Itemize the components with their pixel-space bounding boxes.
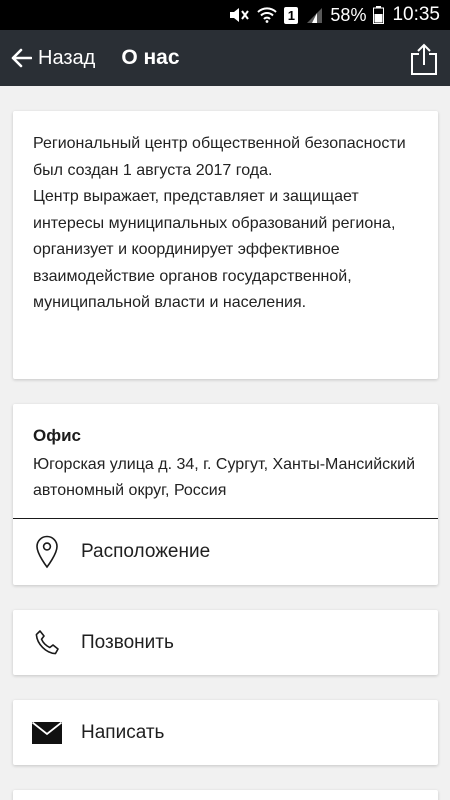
- write-label: Написать: [81, 721, 165, 743]
- share-icon[interactable]: [410, 43, 438, 75]
- call-label: Позвонить: [81, 631, 174, 653]
- back-label: Назад: [38, 46, 96, 69]
- about-paragraph: Центр выражает, представляет и защищает …: [33, 188, 396, 311]
- office-header: Офис Югорская улица д. 34, г. Сургут, Ха…: [13, 404, 438, 519]
- app-bar: Назад О нас: [0, 30, 450, 86]
- battery-percent: 58%: [330, 4, 367, 25]
- location-pin-icon: [13, 535, 81, 569]
- signal-icon: [305, 7, 323, 23]
- about-card: Региональный центр общественной безопасн…: [13, 111, 438, 379]
- office-address: Югорская улица д. 34, г. Сургут, Ханты-М…: [33, 456, 416, 499]
- status-bar: 1 58% 10:35: [0, 0, 450, 30]
- location-row[interactable]: Расположение: [13, 519, 438, 584]
- back-arrow-icon: [11, 48, 32, 68]
- phone-icon: [13, 628, 81, 658]
- office-title: Офис: [33, 426, 82, 445]
- office-card: Офис Югорская улица д. 34, г. Сургут, Ха…: [13, 404, 438, 585]
- back-button[interactable]: Назад: [0, 30, 101, 86]
- write-row[interactable]: Написать: [13, 700, 438, 765]
- envelope-icon: [13, 721, 81, 744]
- wifi-icon: [257, 7, 278, 23]
- page-title: О нас: [121, 46, 180, 69]
- about-paragraph: Региональный центр общественной безопасн…: [33, 135, 406, 179]
- location-label: Расположение: [81, 540, 211, 562]
- sim-icon: 1: [284, 6, 299, 24]
- mute-icon: [228, 7, 250, 23]
- partial-card: [13, 790, 438, 800]
- call-row[interactable]: Позвонить: [13, 610, 438, 675]
- call-card[interactable]: Позвонить: [13, 610, 438, 675]
- battery-icon: [373, 6, 385, 24]
- mail-card[interactable]: Написать: [13, 700, 438, 765]
- clock: 10:35: [392, 4, 440, 25]
